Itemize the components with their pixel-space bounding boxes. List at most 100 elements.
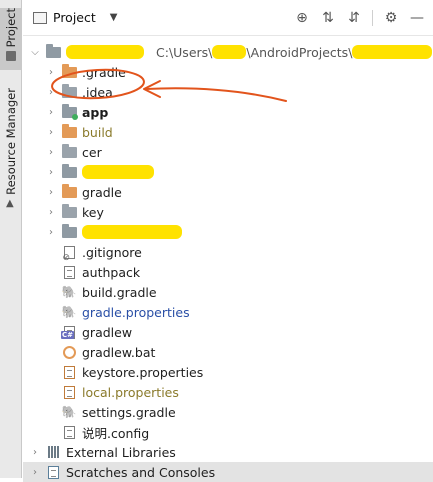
tree-item-app[interactable]: › app <box>23 102 433 122</box>
tree-item-label: .gradle <box>82 64 126 80</box>
project-panel: Project ▼ ⊕ ⇅ ⇵ ⚙ — ⌵ C:\Users\ \Android… <box>23 0 433 482</box>
project-tab-label: Project <box>4 8 18 48</box>
chevron-right-icon[interactable]: › <box>29 467 41 478</box>
chevron-down-icon[interactable]: ▼ <box>110 12 118 23</box>
redacted-module-name <box>82 225 182 239</box>
project-view-title[interactable]: Project <box>53 10 96 25</box>
module-folder-icon <box>61 163 77 179</box>
folder-icon <box>61 63 77 79</box>
chevron-right-icon[interactable]: › <box>45 147 57 158</box>
tree-item-idea[interactable]: › .idea <box>23 82 433 102</box>
tree-item-label: gradle.properties <box>82 304 190 320</box>
tree-item-gradlew-bat[interactable]: gradlew.bat <box>23 342 433 362</box>
locate-icon[interactable]: ⊕ <box>294 10 310 26</box>
gear-icon[interactable]: ⚙ <box>383 10 399 26</box>
tree-item-label: .gitignore <box>82 244 142 260</box>
tree-item-label: gradlew <box>82 324 133 340</box>
tree-item-label: gradlew.bat <box>82 344 156 360</box>
chevron-right-icon[interactable]: › <box>45 227 57 238</box>
properties-file-icon <box>61 385 77 399</box>
tree-item-label: key <box>82 204 104 220</box>
folder-icon <box>61 123 77 139</box>
tree-item-build[interactable]: › build <box>23 122 433 142</box>
folder-icon <box>61 83 77 99</box>
folder-icon <box>61 203 77 219</box>
tree-item-local-properties[interactable]: local.properties <box>23 382 433 402</box>
tree-item-label: 说明.config <box>82 425 150 441</box>
gradle-elephant-icon: 🐘 <box>61 285 77 299</box>
tree-item-label: External Libraries <box>66 444 176 460</box>
redacted-user-name <box>212 45 247 59</box>
tool-window-strip: Project Resource Manager ▲ <box>0 0 22 478</box>
tree-item-gradle-properties[interactable]: 🐘 gradle.properties <box>23 302 433 322</box>
tree-item-label: build.gradle <box>82 284 157 300</box>
module-folder-icon <box>61 223 77 239</box>
tree-item-label: authpack <box>82 264 141 280</box>
tree-item-keystore-properties[interactable]: keystore.properties <box>23 362 433 382</box>
resource-icon: ▲ <box>6 197 14 209</box>
folder-icon <box>61 183 77 199</box>
bat-file-icon <box>61 345 77 359</box>
library-icon <box>45 445 61 459</box>
hide-icon[interactable]: — <box>409 10 425 26</box>
gitignore-file-icon <box>61 245 77 263</box>
tree-item-build-gradle[interactable]: 🐘 build.gradle <box>23 282 433 302</box>
tree-item-label: settings.gradle <box>82 404 176 420</box>
gradle-elephant-icon: 🐘 <box>61 305 77 319</box>
chevron-right-icon[interactable]: › <box>45 187 57 198</box>
resource-manager-tool-tab[interactable]: Resource Manager ▲ <box>0 88 22 208</box>
tree-item-gitignore[interactable]: .gitignore <box>23 242 433 263</box>
tree-item-label: keystore.properties <box>82 364 204 380</box>
chevron-right-icon[interactable]: › <box>45 207 57 218</box>
project-toolbar: Project ▼ ⊕ ⇅ ⇵ ⚙ — <box>23 0 433 36</box>
resource-manager-label: Resource Manager <box>4 88 18 195</box>
chevron-right-icon[interactable]: › <box>45 107 57 118</box>
scratches-icon <box>45 465 61 479</box>
folder-icon <box>6 51 16 62</box>
project-view-icon <box>33 11 47 24</box>
tree-item-key[interactable]: › key <box>23 202 433 222</box>
tree-item-gradle[interactable]: › gradle <box>23 182 433 202</box>
root-path-tail: \AndroidProjects\ <box>246 44 353 60</box>
tree-item-label: local.properties <box>82 384 179 400</box>
chevron-right-icon[interactable]: › <box>45 67 57 78</box>
root-path: C:\Users\ <box>156 44 213 60</box>
tree-item-label: build <box>82 124 113 140</box>
redacted-project-name <box>66 45 144 59</box>
tree-item-scratches[interactable]: › Scratches and Consoles <box>23 462 433 482</box>
script-file-icon: C# <box>61 325 77 339</box>
folder-icon <box>61 143 77 159</box>
project-tool-tab[interactable]: Project <box>0 8 22 70</box>
collapse-all-icon[interactable]: ⇵ <box>346 10 362 26</box>
tree-item-external-libraries[interactable]: › External Libraries <box>23 442 433 462</box>
text-file-icon <box>61 265 77 279</box>
expand-all-icon[interactable]: ⇅ <box>320 10 336 26</box>
gradle-elephant-icon: 🐘 <box>61 405 77 419</box>
tree-item-cer[interactable]: › cer <box>23 142 433 162</box>
toolbar-separator <box>372 9 373 26</box>
chevron-right-icon[interactable]: › <box>45 87 57 98</box>
tree-item-label: Scratches and Consoles <box>66 464 216 480</box>
tree-item-redacted-module[interactable]: › <box>23 162 433 182</box>
chevron-right-icon[interactable]: › <box>45 167 57 178</box>
chevron-right-icon[interactable]: › <box>45 127 57 138</box>
tree-item-gradle-dir[interactable]: › .gradle <box>23 62 433 82</box>
tree-item-config[interactable]: 说明.config <box>23 422 433 442</box>
tree-root-row[interactable]: ⌵ C:\Users\ \AndroidProjects\ <box>23 42 433 62</box>
tree-item-label: gradle <box>82 184 122 200</box>
tree-item-redacted-module-2[interactable]: › <box>23 222 433 242</box>
text-file-icon <box>61 425 77 439</box>
chevron-right-icon[interactable]: › <box>29 447 41 458</box>
properties-file-icon <box>61 365 77 379</box>
tree-item-label: app <box>82 104 109 120</box>
tree-item-settings-gradle[interactable]: 🐘 settings.gradle <box>23 402 433 422</box>
redacted-folder-name <box>352 45 433 59</box>
tree-item-authpack[interactable]: authpack <box>23 262 433 282</box>
module-folder-icon <box>45 43 61 59</box>
redacted-module-name <box>82 165 154 179</box>
tree-item-label: .idea <box>82 84 113 100</box>
tree-item-label: cer <box>82 144 102 160</box>
chevron-down-icon[interactable]: ⌵ <box>29 47 41 58</box>
tree-item-gradlew[interactable]: C# gradlew <box>23 322 433 342</box>
android-module-icon <box>61 103 78 120</box>
